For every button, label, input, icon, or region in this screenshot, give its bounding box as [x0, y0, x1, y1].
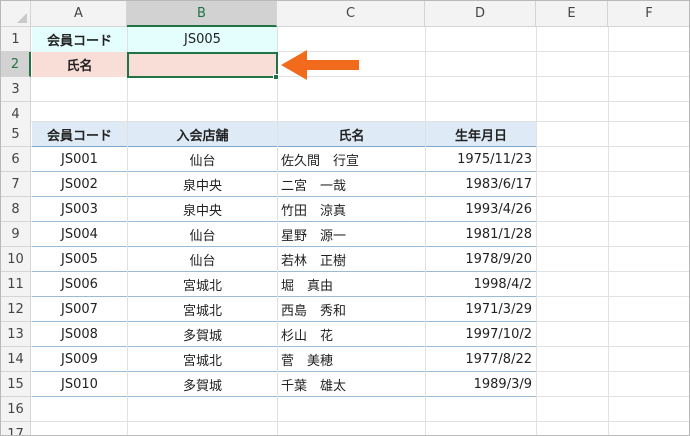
- cell-store[interactable]: 宮城北: [128, 347, 277, 372]
- cell-name[interactable]: 若林 正樹: [278, 247, 425, 272]
- code-value-cell[interactable]: JS005: [128, 27, 277, 52]
- select-all-triangle-icon: [17, 13, 27, 23]
- cell-store[interactable]: 泉中央: [128, 197, 277, 222]
- cell-code[interactable]: JS009: [32, 347, 127, 372]
- column-header-f[interactable]: F: [608, 1, 689, 27]
- column-header-d[interactable]: D: [425, 1, 536, 27]
- cell-birthdate[interactable]: 1993/4/26: [426, 197, 536, 222]
- cell-store[interactable]: 多賀城: [128, 372, 277, 397]
- column-header-a[interactable]: A: [31, 1, 127, 27]
- cell-store[interactable]: 泉中央: [128, 172, 277, 197]
- cell-store[interactable]: 仙台: [128, 247, 277, 272]
- cell-birthdate[interactable]: 1997/10/2: [426, 322, 536, 347]
- gridline: [536, 27, 537, 435]
- cell-birthdate[interactable]: 1983/6/17: [426, 172, 536, 197]
- cell-store[interactable]: 多賀城: [128, 322, 277, 347]
- orange-left-arrow-icon: [281, 50, 359, 80]
- cell-birthdate[interactable]: 1971/3/29: [426, 297, 536, 322]
- spreadsheet-grid[interactable]: A B C D E F 1 2 3 4 5 6 7 8 9 10 11 12 1…: [0, 0, 690, 436]
- name-value-cell-selected[interactable]: [127, 52, 278, 78]
- cell-name[interactable]: 堀 真由: [278, 272, 425, 297]
- cell-name[interactable]: 竹田 涼真: [278, 197, 425, 222]
- row-header-12[interactable]: 12: [1, 297, 31, 322]
- cell-name[interactable]: 杉山 花: [278, 322, 425, 347]
- row-header-1[interactable]: 1: [1, 27, 31, 52]
- row-header-5[interactable]: 5: [1, 122, 31, 147]
- fill-handle[interactable]: [273, 74, 279, 80]
- cell-name[interactable]: 星野 源一: [278, 222, 425, 247]
- code-label-cell[interactable]: 会員コード: [32, 27, 127, 52]
- column-header-e[interactable]: E: [536, 1, 608, 27]
- row-header-16[interactable]: 16: [1, 397, 31, 422]
- cell-store[interactable]: 宮城北: [128, 272, 277, 297]
- cell-code[interactable]: JS006: [32, 272, 127, 297]
- table-header-code[interactable]: 会員コード: [32, 122, 127, 147]
- select-all-corner[interactable]: [1, 1, 31, 27]
- table-header-birthdate[interactable]: 生年月日: [426, 122, 536, 147]
- row-header-11[interactable]: 11: [1, 272, 31, 297]
- cell-name[interactable]: 千葉 雄太: [278, 372, 425, 397]
- row-header-7[interactable]: 7: [1, 172, 31, 197]
- cell-birthdate[interactable]: 1989/3/9: [426, 372, 536, 397]
- cell-store[interactable]: 仙台: [128, 147, 277, 172]
- name-label-cell[interactable]: 氏名: [32, 52, 127, 77]
- cell-code[interactable]: JS007: [32, 297, 127, 322]
- row-header-14[interactable]: 14: [1, 347, 31, 372]
- cell-birthdate[interactable]: 1977/8/22: [426, 347, 536, 372]
- row-header-6[interactable]: 6: [1, 147, 31, 172]
- cell-birthdate[interactable]: 1998/4/2: [426, 272, 536, 297]
- table-header-store[interactable]: 入会店舗: [128, 122, 277, 147]
- cell-code[interactable]: JS001: [32, 147, 127, 172]
- cell-code[interactable]: JS003: [32, 197, 127, 222]
- gridline: [31, 101, 689, 102]
- cell-name[interactable]: 二宮 一哉: [278, 172, 425, 197]
- row-header-3[interactable]: 3: [1, 77, 31, 102]
- cell-code[interactable]: JS005: [32, 247, 127, 272]
- cell-code[interactable]: JS004: [32, 222, 127, 247]
- cell-name[interactable]: 佐久間 行宣: [278, 147, 425, 172]
- cell-birthdate[interactable]: 1978/9/20: [426, 247, 536, 272]
- cell-store[interactable]: 仙台: [128, 222, 277, 247]
- cell-code[interactable]: JS008: [32, 322, 127, 347]
- cell-birthdate[interactable]: 1981/1/28: [426, 222, 536, 247]
- gridline: [31, 421, 689, 422]
- cell-code[interactable]: JS002: [32, 172, 127, 197]
- table-header-name[interactable]: 氏名: [278, 122, 425, 147]
- row-header-9[interactable]: 9: [1, 222, 31, 247]
- cell-store[interactable]: 宮城北: [128, 297, 277, 322]
- row-header-17[interactable]: 17: [1, 422, 31, 435]
- column-header-c[interactable]: C: [277, 1, 425, 27]
- row-header-15[interactable]: 15: [1, 372, 31, 397]
- row-header-10[interactable]: 10: [1, 247, 31, 272]
- cell-birthdate[interactable]: 1975/11/23: [426, 147, 536, 172]
- gridline: [608, 27, 609, 435]
- row-header-13[interactable]: 13: [1, 322, 31, 347]
- row-header-8[interactable]: 8: [1, 197, 31, 222]
- cell-name[interactable]: 菅 美穂: [278, 347, 425, 372]
- row-header-2[interactable]: 2: [1, 52, 31, 77]
- cell-code[interactable]: JS010: [32, 372, 127, 397]
- column-header-b[interactable]: B: [127, 1, 277, 27]
- cell-name[interactable]: 西島 秀和: [278, 297, 425, 322]
